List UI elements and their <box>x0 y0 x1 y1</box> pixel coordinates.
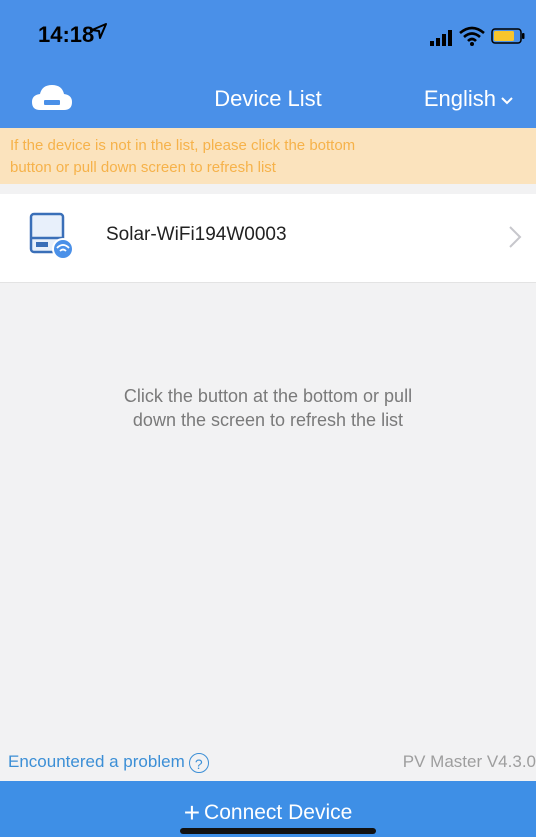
nav-bar: Device List English <box>0 70 536 128</box>
device-name: Solar-WiFi194W0003 <box>106 224 287 245</box>
problem-link[interactable]: Encountered a problem? <box>8 752 209 773</box>
question-circle-icon[interactable]: ? <box>188 752 209 773</box>
connect-device-content: + Connect Device <box>0 797 536 829</box>
header: 14:18 Device List English <box>0 0 536 128</box>
chevron-down-icon <box>501 97 513 105</box>
language-selector[interactable]: English <box>424 86 514 112</box>
wifi-icon <box>459 26 485 46</box>
notice-line-2: button or pull down screen to refresh li… <box>10 159 276 176</box>
refresh-hint-line-1: Click the button at the bottom or pull <box>123 386 413 406</box>
inverter-device-icon <box>29 212 74 260</box>
problem-link-label: Encountered a problem <box>8 752 185 771</box>
plus-icon: + <box>183 797 201 828</box>
chevron-right-icon <box>509 226 522 248</box>
refresh-notice-banner: If the device is not in the list, please… <box>0 128 536 184</box>
status-bar: 14:18 <box>0 0 536 70</box>
location-arrow-icon <box>91 23 107 39</box>
home-indicator <box>180 828 376 834</box>
refresh-hint: Click the button at the bottom or pull d… <box>0 384 536 432</box>
app-version: PV Master V4.3.0 <box>402 752 536 771</box>
status-time: 14:18 <box>38 22 95 47</box>
battery-icon <box>491 28 525 44</box>
cellular-signal-icon <box>430 30 452 46</box>
notice-line-1: If the device is not in the list, please… <box>10 137 356 154</box>
device-list-item[interactable]: Solar-WiFi194W0003 <box>0 194 536 283</box>
language-label: English <box>423 86 496 111</box>
refresh-hint-line-2: down the screen to refresh the list <box>132 410 404 430</box>
connect-device-label: Connect Device <box>204 801 353 824</box>
